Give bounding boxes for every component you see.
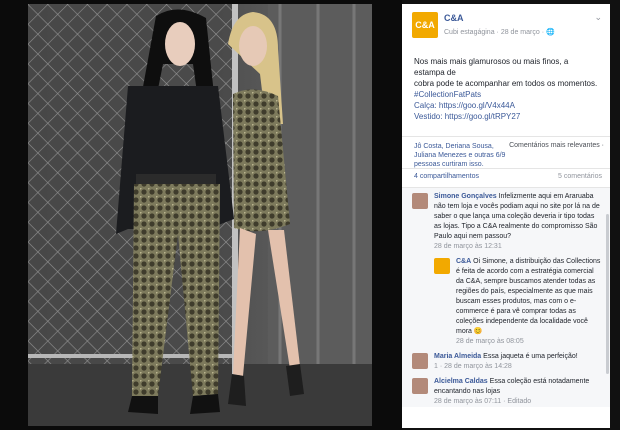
post-header: C&A C&A Cubi estagágina · 28 de março · … [402,4,610,48]
comment-reply: C&A Oi Simone, a distribuição das Collec… [434,257,602,347]
comment: Alcielma Caldas Essa coleção está notada… [412,377,602,407]
comments-list: Simone Gonçalves Infelizmente aqui em Ar… [402,187,610,407]
commenter-name[interactable]: C&A [456,258,471,265]
comment-time[interactable]: 1 · 28 de março às 14:28 [434,362,602,372]
hashtag-link[interactable]: #CollectionFatPats [414,89,600,100]
comment: Simone Gonçalves Infelizmente aqui em Ar… [412,192,602,252]
commenter-name[interactable]: Alcielma Caldas [434,378,488,385]
commenter-name[interactable]: Simone Gonçalves [434,193,497,200]
shares-bar: 4 compartilhamentos 5 comentários [402,168,610,187]
comment-text: Infelizmente aqui em Araruaba não tem lo… [434,193,600,240]
shares-link[interactable]: 4 compartilhamentos [414,173,479,180]
comment-text: Oi Simone, a distribuição das Collection… [456,258,601,335]
comment: Maria Almeida Essa jaqueta é uma perfeiç… [412,352,602,372]
avatar[interactable] [412,353,428,369]
page-name-link[interactable]: C&A [444,13,464,23]
comment-sort-dropdown[interactable]: Comentários mais relevantes · [509,142,604,149]
post-date[interactable]: 28 de março [501,29,540,36]
caption-line: Nos mais mais glamurosos ou mais finos, … [414,57,569,77]
avatar[interactable] [434,258,450,274]
comment-time[interactable]: 28 de março às 07:11 · Editado [434,397,602,407]
likes-summary[interactable]: Jô Costa, Deriana Sousa, Juliana Menezes… [414,142,506,169]
chevron-down-icon[interactable]: ⌄ [594,12,602,23]
comment-count[interactable]: 5 comentários [558,173,602,180]
reactions-bar: Jô Costa, Deriana Sousa, Juliana Menezes… [402,136,610,168]
photo-viewer-overlay: C&A C&A Cubi estagágina · 28 de março · … [0,0,620,430]
caption-line: cobra pode te acompanhar em todos os mom… [414,79,598,88]
caption-link[interactable]: Vestido: https://goo.gl/tRPY27 [414,111,600,122]
author-line[interactable]: Cubi estagágina [444,29,495,36]
globe-icon: 🌐 [545,29,555,36]
post-meta: Cubi estagágina · 28 de março · 🌐 [444,29,555,36]
avatar[interactable] [412,378,428,394]
scrollbar[interactable] [606,214,609,374]
comment-time[interactable]: 28 de março às 12:31 [434,242,602,252]
post-side-panel: C&A C&A Cubi estagágina · 28 de março · … [402,4,610,428]
post-photo [28,4,372,426]
avatar[interactable] [412,193,428,209]
post-caption: Nos mais mais glamurosos ou mais finos, … [402,48,610,122]
comment-time[interactable]: 28 de março às 08:05 [456,337,602,347]
comment-text: Essa jaqueta é uma perfeição! [483,353,578,360]
commenter-name[interactable]: Maria Almeida [434,353,481,360]
page-avatar[interactable]: C&A [412,12,438,38]
photo-stage[interactable] [0,0,402,430]
caption-link[interactable]: Calça: https://goo.gl/V4x44A [414,100,600,111]
